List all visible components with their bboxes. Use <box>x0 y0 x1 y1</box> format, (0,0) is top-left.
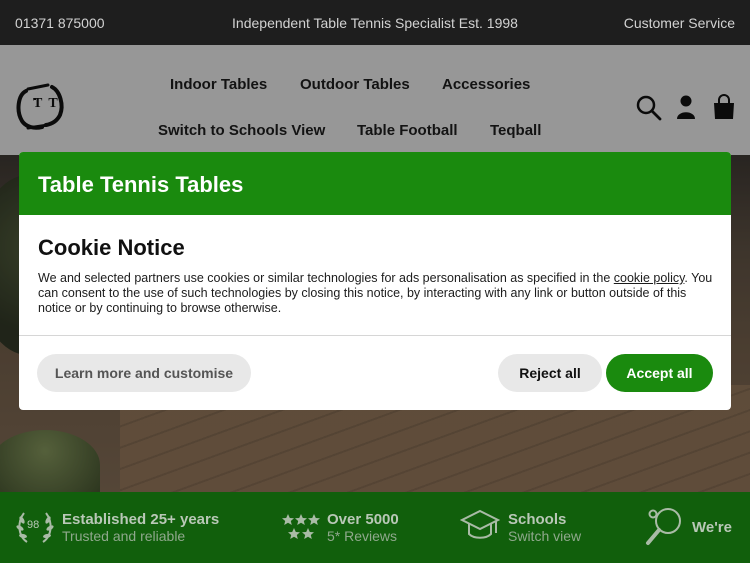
graduation-cap-icon <box>459 509 501 550</box>
cookie-modal-header: Table Tennis Tables <box>19 152 731 215</box>
laurel-98-icon: 98 <box>14 506 56 553</box>
cookie-notice-title: Cookie Notice <box>38 235 185 260</box>
feature-were: We're <box>640 492 750 563</box>
feature-subtitle: Trusted and reliable <box>62 528 186 544</box>
feature-title: Schools <box>508 511 567 528</box>
feature-title: Over 5000 <box>327 511 399 528</box>
feature-title: We're <box>692 519 732 536</box>
feature-reviews: Over 5000 5* Reviews <box>270 492 450 563</box>
feature-title: Established 25+ years <box>62 511 220 528</box>
cookie-text-part1: We and selected partners use cookies or … <box>38 271 614 285</box>
accept-all-button[interactable]: Accept all <box>606 354 713 392</box>
cookie-policy-link[interactable]: cookie policy <box>614 271 685 285</box>
cookie-modal: Table Tennis Tables Cookie Notice We and… <box>19 152 731 410</box>
reject-all-button[interactable]: Reject all <box>498 354 602 392</box>
paddle-ball-icon <box>644 506 686 553</box>
stars-icon <box>282 514 320 547</box>
learn-more-button[interactable]: Learn more and customise <box>37 354 251 392</box>
cookie-notice-text: We and selected partners use cookies or … <box>38 271 718 316</box>
laurel-badge-text: 98 <box>27 519 40 531</box>
feature-subtitle: 5* Reviews <box>327 528 398 544</box>
modal-divider <box>19 335 731 336</box>
top-bar: 01371 875000 Independent Table Tennis Sp… <box>0 0 750 45</box>
feature-established: 98 Established 25+ years Trusted and rel… <box>0 492 250 563</box>
feature-subtitle: Switch view <box>508 528 582 544</box>
customer-service-link[interactable]: Customer Service <box>624 15 735 31</box>
feature-schools[interactable]: Schools Switch view <box>458 492 618 563</box>
features-strip: 98 Established 25+ years Trusted and rel… <box>0 492 750 563</box>
